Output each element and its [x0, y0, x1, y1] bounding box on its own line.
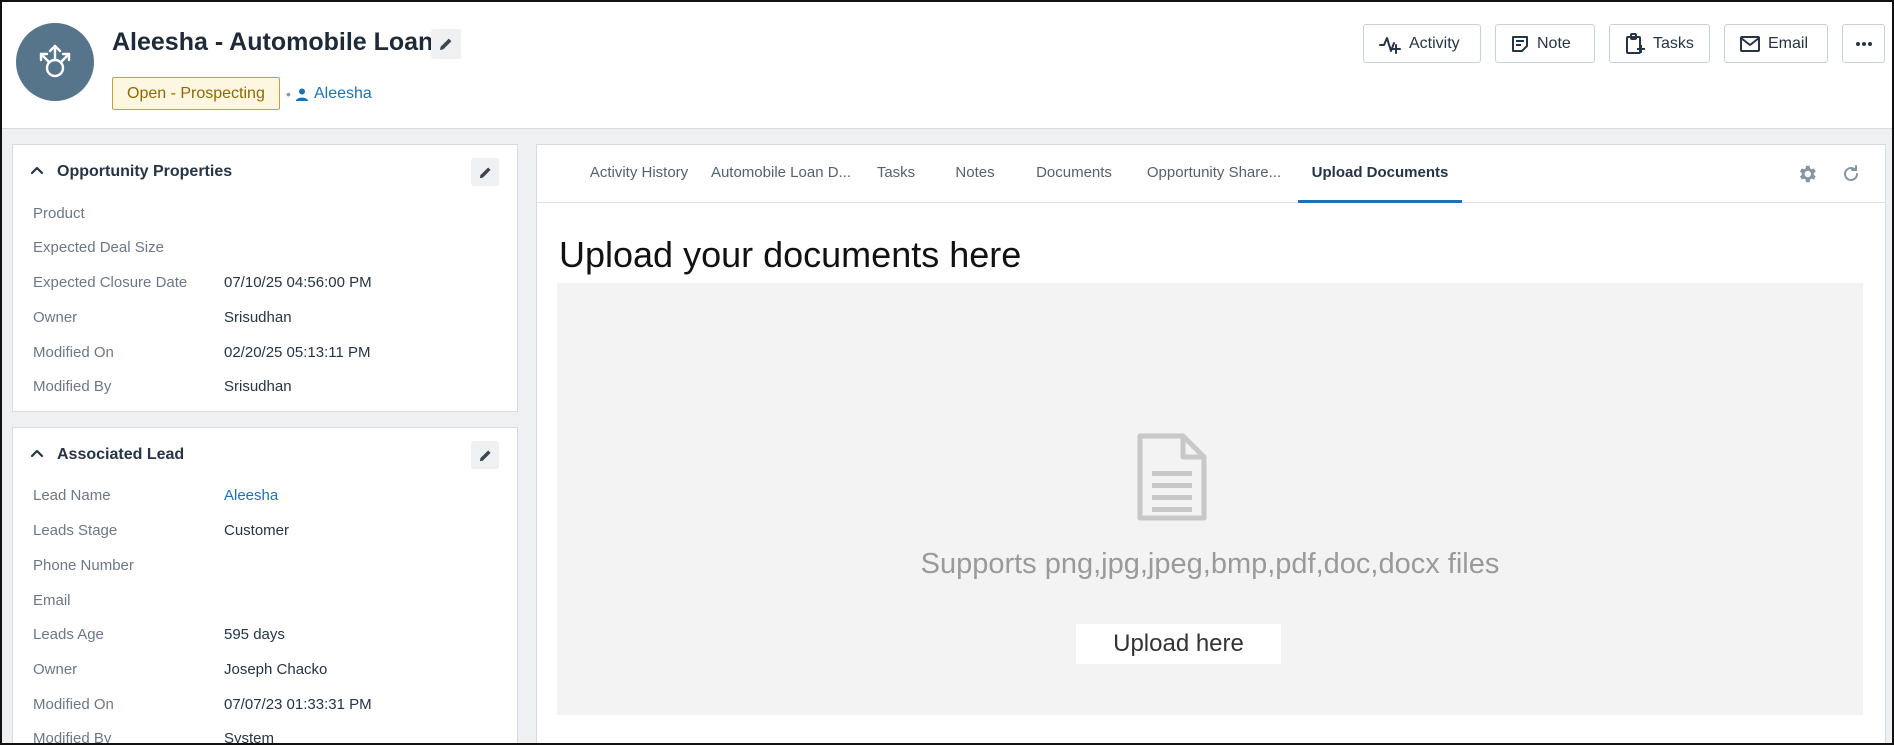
associated-lead-panel: Associated Lead Lead Name Aleesha Leads …: [12, 427, 518, 745]
tasks-icon: [1626, 32, 1645, 54]
owner-link-label: Aleesha: [314, 85, 372, 102]
status-badge[interactable]: Open - Prospecting: [112, 77, 280, 110]
property-label: Modified On: [33, 344, 114, 361]
upload-dropzone[interactable]: Supports png,jpg,jpeg,bmp,pdf,doc,docx f…: [557, 283, 1863, 715]
property-value: 07/07/23 01:33:31 PM: [224, 696, 372, 713]
associated-lead-header[interactable]: Associated Lead: [13, 428, 517, 484]
property-label: Leads Stage: [33, 522, 118, 539]
owner-link[interactable]: Aleesha: [296, 85, 372, 103]
property-value: Srisudhan: [224, 378, 292, 395]
tab-bar: Activity History Automobile Loan D... Ta…: [537, 145, 1885, 203]
tab-activity-history[interactable]: Activity History: [571, 145, 707, 203]
refresh-icon: [1844, 165, 1858, 181]
email-button-label: Email: [1768, 34, 1809, 52]
note-button[interactable]: Note: [1495, 24, 1595, 63]
more-actions-button[interactable]: [1842, 24, 1885, 63]
property-label: Modified By: [33, 378, 112, 395]
property-label: Product: [33, 205, 85, 222]
tab-upload-documents[interactable]: Upload Documents: [1298, 145, 1462, 203]
document-icon: [1137, 433, 1207, 521]
lead-name-link[interactable]: Aleesha: [224, 487, 278, 504]
property-value: 07/10/25 04:56:00 PM: [224, 274, 372, 291]
property-label: Modified On: [33, 696, 114, 713]
note-icon: [1512, 35, 1528, 52]
app-frame: Aleesha - Automobile Loan Open - Prospec…: [0, 0, 1894, 745]
property-value: 595 days: [224, 626, 285, 643]
property-value: 02/20/25 05:13:11 PM: [224, 344, 371, 361]
edit-properties-button[interactable]: [471, 158, 499, 186]
upload-here-button[interactable]: Upload here: [1076, 624, 1281, 664]
activity-button-label: Activity: [1409, 34, 1460, 52]
property-label: Owner: [33, 661, 78, 678]
more-icon: [1855, 41, 1872, 46]
edit-title-button[interactable]: [431, 29, 461, 59]
tab-documents[interactable]: Documents: [1033, 145, 1115, 203]
opportunity-avatar-icon: [16, 23, 94, 101]
chevron-up-icon[interactable]: [29, 162, 45, 178]
page-title: Aleesha - Automobile Loan: [112, 28, 434, 56]
tab-automobile-loan-details[interactable]: Automobile Loan D...: [708, 145, 854, 203]
property-label: Leads Age: [33, 626, 104, 643]
tab-opportunity-share[interactable]: Opportunity Share...: [1146, 145, 1282, 203]
opportunity-properties-panel: Opportunity Properties Product Expected …: [12, 144, 518, 412]
tab-settings-button[interactable]: [1795, 162, 1819, 186]
pencil-icon: [440, 38, 452, 50]
property-value: Customer: [224, 522, 290, 539]
upload-heading: Upload your documents here: [559, 234, 1022, 275]
property-label: Phone Number: [33, 557, 134, 574]
activity-icon: [1379, 36, 1401, 54]
opportunity-properties-header[interactable]: Opportunity Properties: [13, 145, 517, 201]
property-label: Owner: [33, 309, 78, 326]
separator-dot: •: [286, 86, 291, 102]
property-label: Expected Closure Date: [33, 274, 188, 291]
chevron-up-icon[interactable]: [29, 445, 45, 461]
property-label: Modified By: [33, 730, 112, 745]
tab-tasks[interactable]: Tasks: [876, 145, 916, 203]
person-icon: [296, 88, 308, 101]
property-label: Expected Deal Size: [33, 239, 164, 256]
opportunity-properties-title: Opportunity Properties: [57, 163, 233, 180]
property-value: System: [224, 730, 275, 745]
note-button-label: Note: [1537, 34, 1571, 52]
record-header: Aleesha - Automobile Loan Open - Prospec…: [2, 2, 1892, 129]
property-value: Joseph Chacko: [224, 661, 328, 678]
tab-notes[interactable]: Notes: [953, 145, 997, 203]
tasks-button[interactable]: Tasks: [1609, 24, 1710, 63]
pencil-icon: [479, 166, 491, 178]
email-button[interactable]: Email: [1724, 24, 1828, 63]
edit-lead-button[interactable]: [471, 441, 499, 469]
associated-lead-title: Associated Lead: [57, 446, 185, 463]
gear-icon: [1799, 165, 1816, 183]
refresh-button[interactable]: [1839, 162, 1863, 186]
pencil-icon: [479, 449, 491, 461]
property-value: Srisudhan: [224, 309, 292, 326]
property-label: Lead Name: [33, 487, 111, 504]
tasks-button-label: Tasks: [1653, 34, 1694, 52]
activity-button[interactable]: Activity: [1363, 24, 1481, 63]
tab-content-panel: Activity History Automobile Loan D... Ta…: [536, 144, 1886, 743]
email-icon: [1740, 35, 1760, 52]
property-label: Email: [33, 592, 71, 609]
supported-formats-text: Supports png,jpg,jpeg,bmp,pdf,doc,docx f…: [920, 548, 1500, 580]
